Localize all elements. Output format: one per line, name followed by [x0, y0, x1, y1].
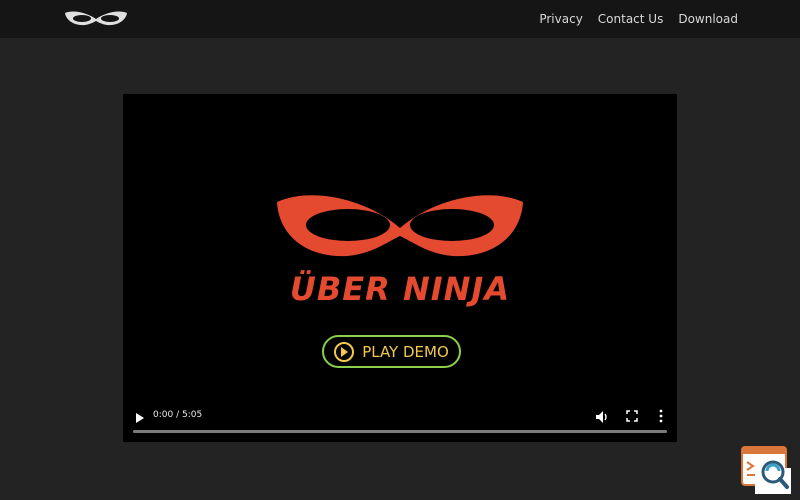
- time-display: 0:00 / 5:05: [153, 410, 203, 420]
- fullscreen-icon[interactable]: [626, 410, 638, 422]
- nav-link-privacy[interactable]: Privacy: [539, 12, 582, 26]
- play-demo-button[interactable]: PLAY DEMO: [322, 335, 461, 368]
- video-player[interactable]: ÜBER NINJA PLAY DEMO 0:00 / 5:05: [123, 94, 677, 442]
- progress-bar[interactable]: [133, 430, 667, 433]
- main-nav: Privacy Contact Us Download: [539, 0, 738, 38]
- play-demo-label: PLAY DEMO: [362, 342, 449, 361]
- play-circle-icon: [334, 341, 355, 362]
- volume-icon[interactable]: [595, 410, 609, 424]
- ninja-mask-icon: [277, 195, 523, 257]
- more-options-icon[interactable]: [657, 409, 665, 423]
- mask-logo-icon[interactable]: [63, 10, 129, 27]
- search-inspect-icon[interactable]: [741, 446, 791, 494]
- video-controls: 0:00 / 5:05: [123, 398, 677, 442]
- play-icon[interactable]: [135, 412, 145, 424]
- top-nav-bar: Privacy Contact Us Download: [0, 0, 800, 38]
- nav-link-download[interactable]: Download: [678, 12, 738, 26]
- nav-link-contact-us[interactable]: Contact Us: [598, 12, 664, 26]
- brand-wordmark: ÜBER NINJA: [289, 270, 511, 308]
